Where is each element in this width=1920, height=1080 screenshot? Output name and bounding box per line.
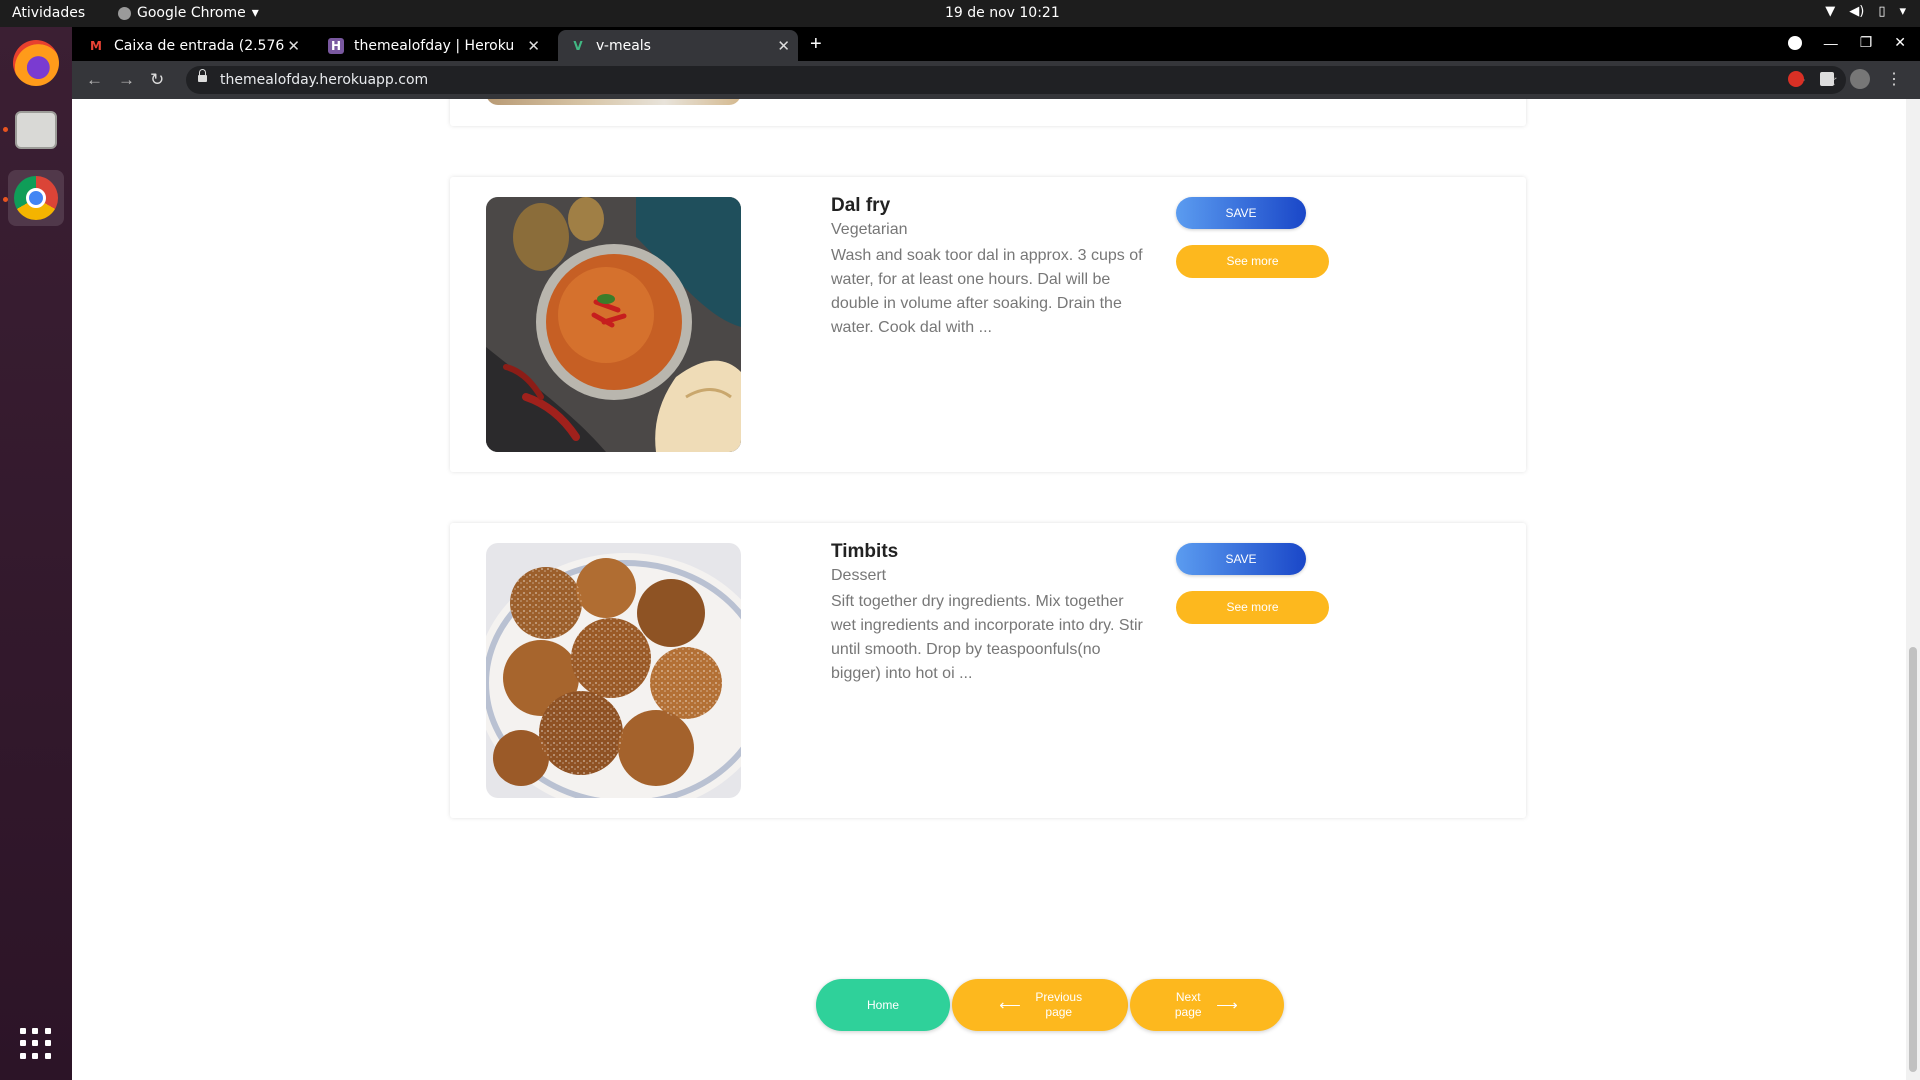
meal-card-partial	[450, 99, 1526, 126]
chrome-app-icon	[118, 6, 131, 20]
meal-title: Timbits	[831, 541, 899, 562]
minimize-icon[interactable]: —	[1824, 35, 1838, 51]
save-button[interactable]: SAVE	[1176, 197, 1306, 229]
dock-firefox[interactable]	[8, 35, 64, 91]
profile-avatar[interactable]	[1850, 69, 1870, 89]
browser-toolbar: ← → ↻ themealofday.herokuapp.com ➤ ☆ ⋮	[72, 61, 1920, 99]
tab-gmail[interactable]: M Caixa de entrada (2.576) - ✕	[76, 30, 308, 61]
window-controls: — ❐ ✕	[1787, 34, 1906, 51]
app-menu[interactable]: Google Chrome ▾	[118, 5, 259, 21]
system-tray[interactable]: ▼ ◀) ▯ ▾	[1825, 4, 1906, 19]
scrollbar-thumb[interactable]	[1909, 647, 1917, 1072]
restore-icon[interactable]: ❐	[1860, 34, 1873, 51]
gmail-icon: M	[90, 38, 102, 53]
extension-icon[interactable]	[1788, 71, 1804, 87]
url-text: themealofday.herokuapp.com	[220, 72, 429, 88]
meal-card: Timbits Dessert Sift together dry ingred…	[450, 523, 1526, 818]
chrome-icon	[14, 176, 58, 220]
home-label: Home	[866, 997, 899, 1012]
caret-down-icon: ▾	[251, 5, 259, 21]
meal-image-dal-fry	[486, 197, 741, 452]
meal-description: Wash and soak toor dal in approx. 3 cups…	[831, 247, 1143, 336]
dock-chrome[interactable]	[8, 170, 64, 226]
tab-label: themealofday | Heroku	[354, 37, 515, 54]
meal-description: Sift together dry ingredients. Mix toget…	[831, 593, 1143, 682]
tab-strip: M Caixa de entrada (2.576) - ✕ H themeal…	[72, 27, 1920, 61]
app-menu-label: Google Chrome	[137, 5, 246, 21]
meal-card: Dal fry Vegetarian Wash and soak toor da…	[450, 177, 1526, 472]
close-window-icon[interactable]: ✕	[1894, 34, 1906, 51]
activities-button[interactable]: Atividades	[12, 5, 85, 21]
tab-heroku[interactable]: H themealofday | Heroku ✕	[316, 30, 548, 61]
extensions-puzzle-icon[interactable]	[1820, 72, 1834, 86]
close-icon[interactable]: ✕	[527, 37, 540, 55]
arrow-right-icon: ⟶	[1216, 997, 1238, 1014]
tab-label: Caixa de entrada (2.576) -	[114, 37, 284, 54]
wifi-icon: ▼	[1825, 4, 1836, 19]
dock-files[interactable]	[8, 102, 64, 158]
lock-icon	[198, 69, 207, 84]
previous-page-button[interactable]: ⟵ Previous page	[952, 979, 1128, 1031]
tab-v-meals[interactable]: V v-meals ✕	[558, 30, 798, 61]
system-top-bar: Atividades Google Chrome ▾ 19 de nov 10:…	[0, 0, 1920, 27]
meal-image	[486, 99, 741, 105]
firefox-icon	[13, 40, 59, 86]
meal-category: Dessert	[831, 567, 887, 584]
home-button[interactable]: Home	[816, 979, 950, 1031]
next-page-label: Next page	[1174, 990, 1202, 1019]
arrow-left-icon: ⟵	[999, 997, 1021, 1014]
close-icon[interactable]: ✕	[777, 37, 790, 55]
files-icon	[15, 111, 57, 149]
meal-title: Dal fry	[831, 195, 891, 216]
caret-down-icon: ▾	[1899, 4, 1906, 19]
new-tab-button[interactable]: +	[810, 33, 822, 56]
clock[interactable]: 19 de nov 10:21	[945, 5, 1060, 21]
volume-icon: ◀)	[1849, 4, 1865, 19]
scrollbar[interactable]	[1906, 99, 1920, 1080]
see-more-button[interactable]: See more	[1176, 591, 1329, 624]
kebab-menu-icon[interactable]: ⋮	[1886, 69, 1902, 89]
dock	[0, 27, 72, 1080]
meal-image-timbits	[486, 543, 741, 798]
previous-page-label: Previous page	[1035, 990, 1083, 1019]
show-apps-icon[interactable]	[20, 1028, 52, 1060]
reload-icon[interactable]: ↻	[150, 70, 164, 90]
tab-search-icon[interactable]	[1787, 35, 1802, 50]
heroku-icon: H	[328, 37, 344, 54]
forward-icon[interactable]: →	[118, 70, 135, 90]
meal-category: Vegetarian	[831, 221, 908, 238]
vue-icon: V	[573, 38, 583, 53]
battery-icon: ▯	[1878, 4, 1886, 19]
save-button[interactable]: SAVE	[1176, 543, 1306, 575]
page-viewport: Dal fry Vegetarian Wash and soak toor da…	[72, 99, 1920, 1080]
tab-label: v-meals	[596, 37, 651, 54]
see-more-button[interactable]: See more	[1176, 245, 1329, 278]
next-page-button[interactable]: Next page ⟶	[1130, 979, 1284, 1031]
close-icon[interactable]: ✕	[287, 37, 300, 55]
back-icon[interactable]: ←	[86, 70, 103, 90]
address-bar[interactable]: themealofday.herokuapp.com ➤ ☆	[186, 66, 1846, 94]
